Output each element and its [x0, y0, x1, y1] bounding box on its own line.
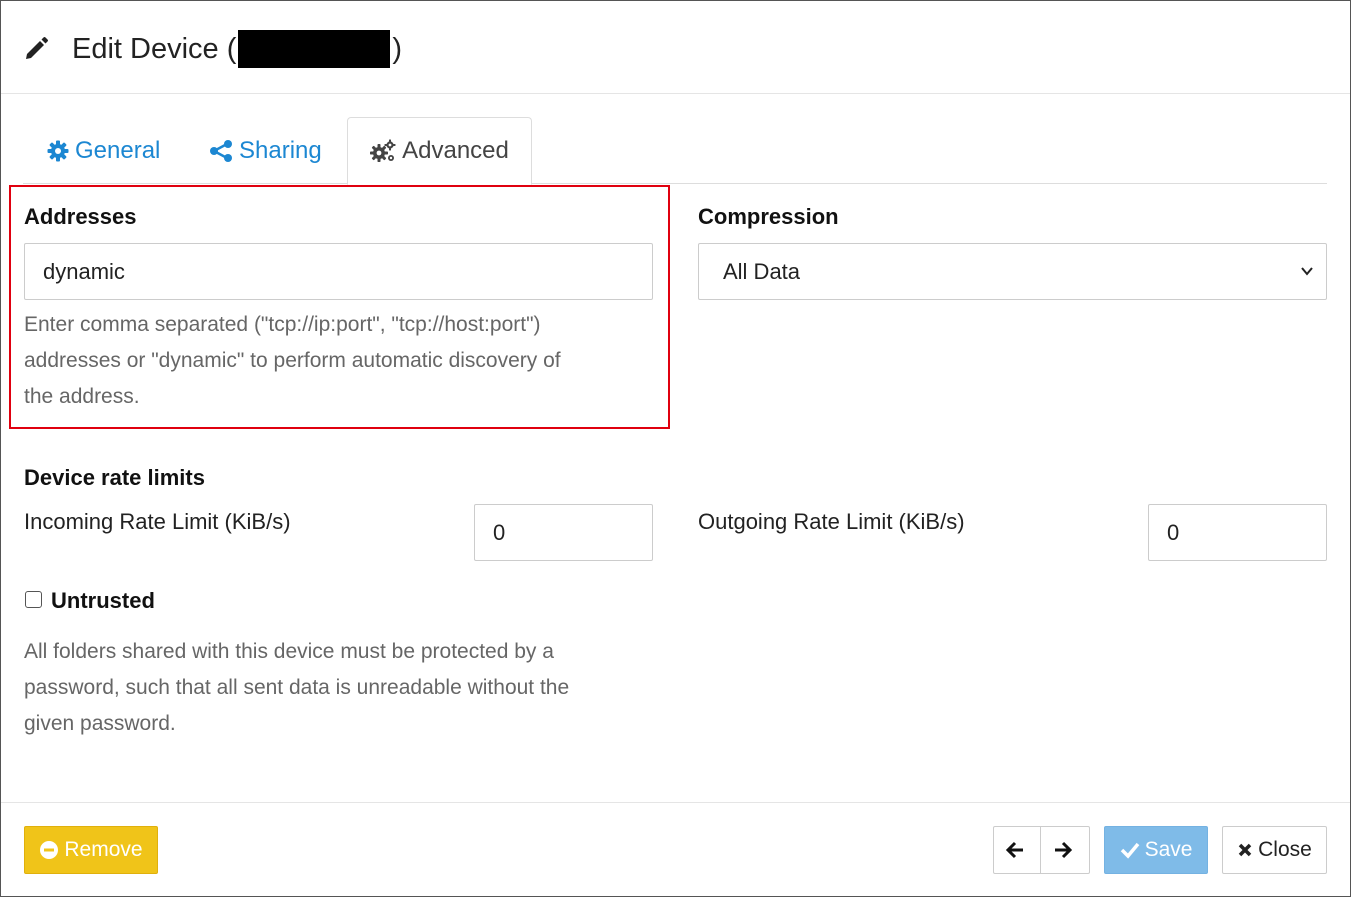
tab-bar: General Sharing Advanced [23, 117, 1327, 185]
incoming-rate-value: 0 [493, 519, 506, 545]
untrusted-label[interactable]: Untrusted [51, 588, 155, 614]
outgoing-rate-input[interactable]: 0 [1148, 504, 1327, 561]
untrusted-help-text: All folders shared with this device must… [24, 634, 674, 742]
minus-circle-icon [40, 841, 59, 859]
dialog-header: Edit Device ( ) [1, 1, 1350, 94]
untrusted-checkbox[interactable] [25, 591, 42, 608]
dialog-title: Edit Device ( ) [72, 30, 402, 68]
untrusted-help-line: password, such that all sent data is unr… [24, 676, 570, 699]
redacted-device-name [238, 30, 391, 68]
check-icon [1120, 842, 1139, 859]
compression-select[interactable]: All Data [698, 243, 1327, 300]
gear-icon [47, 140, 69, 161]
previous-tab-button[interactable] [993, 826, 1041, 874]
remove-button-label: Remove [64, 838, 143, 861]
addresses-help-line: Enter comma separated ("tcp://ip:port", … [24, 313, 541, 336]
incoming-rate-label: Incoming Rate Limit (KiB/s) [24, 509, 291, 534]
addresses-label: Addresses [24, 204, 137, 229]
edit-device-dialog: Edit Device ( ) General Sharing Advanced… [0, 0, 1351, 897]
save-button[interactable]: Save [1104, 826, 1208, 874]
footer-divider [1, 802, 1350, 803]
title-suffix: ) [392, 32, 403, 65]
addresses-help-line: the address. [24, 385, 140, 408]
close-icon [1238, 843, 1252, 857]
untrusted-help-line: All folders shared with this device must… [24, 640, 554, 663]
next-tab-button[interactable] [1040, 826, 1090, 874]
chevron-down-icon [1301, 267, 1313, 276]
arrow-right-icon [1054, 841, 1072, 859]
remove-button[interactable]: Remove [24, 826, 158, 874]
pencil-icon [26, 37, 48, 59]
compression-selected-value: All Data [723, 258, 801, 284]
title-prefix: Edit Device ( [72, 32, 237, 65]
tab-advanced[interactable]: Advanced [347, 117, 532, 185]
addresses-input-value: dynamic [43, 258, 125, 284]
close-button[interactable]: Close [1222, 826, 1327, 874]
addresses-help-text: Enter comma separated ("tcp://ip:port", … [24, 307, 664, 415]
tab-sharing-label: Sharing [239, 136, 322, 164]
addresses-help-line: addresses or "dynamic" to perform automa… [24, 349, 561, 372]
untrusted-help-line: given password. [24, 712, 176, 735]
arrow-left-icon [1005, 841, 1023, 859]
share-icon [210, 139, 232, 162]
compression-label: Compression [698, 204, 839, 229]
gears-icon [370, 139, 396, 162]
addresses-input[interactable]: dynamic [24, 243, 653, 300]
save-button-label: Save [1144, 838, 1193, 861]
tab-sharing[interactable]: Sharing [209, 117, 322, 184]
outgoing-rate-value: 0 [1167, 519, 1180, 545]
outgoing-rate-label: Outgoing Rate Limit (KiB/s) [698, 509, 965, 534]
tab-advanced-label: Advanced [402, 137, 509, 164]
incoming-rate-input[interactable]: 0 [474, 504, 653, 561]
close-button-label: Close [1258, 838, 1312, 861]
tab-general[interactable]: General [47, 117, 160, 184]
tab-general-label: General [75, 136, 161, 164]
rate-limits-heading: Device rate limits [24, 465, 205, 490]
